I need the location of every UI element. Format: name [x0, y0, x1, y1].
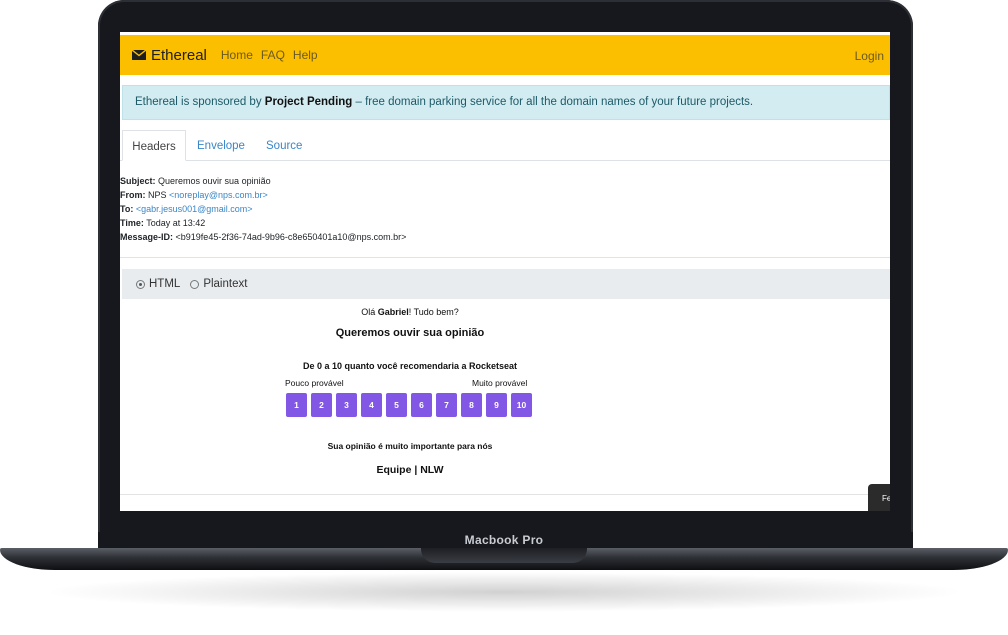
scale-high-label: Muito provável [472, 378, 528, 388]
message-tabs: Headers Envelope Source [120, 130, 890, 161]
email-greeting: Olá Gabriel! Tudo bem? [120, 307, 700, 317]
score-button-1[interactable]: 1 [286, 393, 307, 417]
sponsor-suffix: – free domain parking service for all th… [352, 96, 754, 108]
html-radio-label[interactable]: HTML [149, 278, 180, 290]
score-button-6[interactable]: 6 [411, 393, 432, 417]
email-signature: Equipe | NLW [376, 464, 444, 476]
nps-score-buttons: 1 2 3 4 5 6 7 8 9 10 [286, 393, 536, 417]
feedback-button[interactable]: Fe [868, 484, 890, 511]
headers-divider [120, 257, 890, 258]
score-button-4[interactable]: 4 [361, 393, 382, 417]
plaintext-radio-label[interactable]: Plaintext [203, 278, 247, 290]
sponsor-name-link[interactable]: Project Pending [265, 96, 353, 108]
score-button-9[interactable]: 9 [486, 393, 507, 417]
message-headers: Subject: Queremos ouvir sua opinião From… [120, 174, 890, 244]
score-button-10[interactable]: 10 [511, 393, 532, 417]
nav-home-link[interactable]: Home [221, 48, 253, 62]
tab-source[interactable]: Source [266, 130, 302, 161]
score-button-7[interactable]: 7 [436, 393, 457, 417]
score-button-3[interactable]: 3 [336, 393, 357, 417]
nps-question: De 0 a 10 quanto você recomendaria a Roc… [302, 361, 518, 371]
laptop-screen: Ethereal Home FAQ Help Login Ethereal is… [120, 32, 890, 511]
from-name: NPS [148, 190, 167, 200]
message-id-label: Message-ID: [120, 232, 174, 242]
sponsor-prefix: Ethereal is sponsored by [135, 96, 265, 108]
hinge-notch [421, 548, 587, 563]
greeting-name: Gabriel [377, 307, 409, 317]
from-row: From: NPS <noreplay@nps.com.br> [120, 188, 890, 202]
preview-bottom-divider [120, 494, 890, 495]
message-id-value: <b919fe45-2f36-74ad-9b96-c8e650401a10@np… [175, 232, 407, 242]
importance-text: Sua opinião é muito importante para nós [327, 441, 493, 451]
brand-name: Ethereal [151, 46, 207, 64]
nav-faq-link[interactable]: FAQ [261, 48, 285, 62]
nav-help-link[interactable]: Help [293, 48, 318, 62]
subject-row: Subject: Queremos ouvir sua opinião [120, 174, 890, 188]
tab-headers[interactable]: Headers [122, 130, 186, 161]
format-selector: HTML Plaintext [122, 269, 890, 299]
tab-envelope[interactable]: Envelope [197, 130, 245, 161]
scale-low-label: Pouco provável [285, 378, 344, 388]
email-title: Queremos ouvir sua opinião [335, 327, 485, 339]
brand-logo[interactable]: Ethereal [132, 47, 207, 64]
envelope-icon [132, 50, 146, 60]
navbar: Ethereal Home FAQ Help Login [120, 35, 890, 75]
time-label: Time: [120, 218, 144, 228]
device-label: Macbook Pro [464, 533, 544, 547]
score-button-8[interactable]: 8 [461, 393, 482, 417]
to-label: To: [120, 204, 134, 214]
greeting-prefix: Olá [361, 307, 378, 317]
html-radio[interactable] [136, 279, 145, 289]
login-link[interactable]: Login [855, 49, 884, 63]
subject-value: Queremos ouvir sua opinião [158, 176, 271, 186]
subject-label: Subject: [120, 176, 156, 186]
to-email-link[interactable]: <gabr.jesus001@gmail.com> [136, 204, 253, 214]
sponsor-alert: Ethereal is sponsored by Project Pending… [122, 85, 890, 120]
from-email-link[interactable]: <noreplay@nps.com.br> [169, 190, 268, 200]
base-shadow [40, 572, 968, 612]
time-value: Today at 13:42 [146, 218, 206, 228]
plaintext-radio[interactable] [190, 279, 200, 289]
to-row: To: <gabr.jesus001@gmail.com> [120, 202, 890, 216]
from-label: From: [120, 190, 146, 200]
greeting-suffix: ! Tudo bem? [408, 307, 459, 317]
time-row: Time: Today at 13:42 [120, 216, 890, 230]
message-id-row: Message-ID: <b919fe45-2f36-74ad-9b96-c8e… [120, 230, 890, 244]
score-button-2[interactable]: 2 [311, 393, 332, 417]
score-button-5[interactable]: 5 [386, 393, 407, 417]
